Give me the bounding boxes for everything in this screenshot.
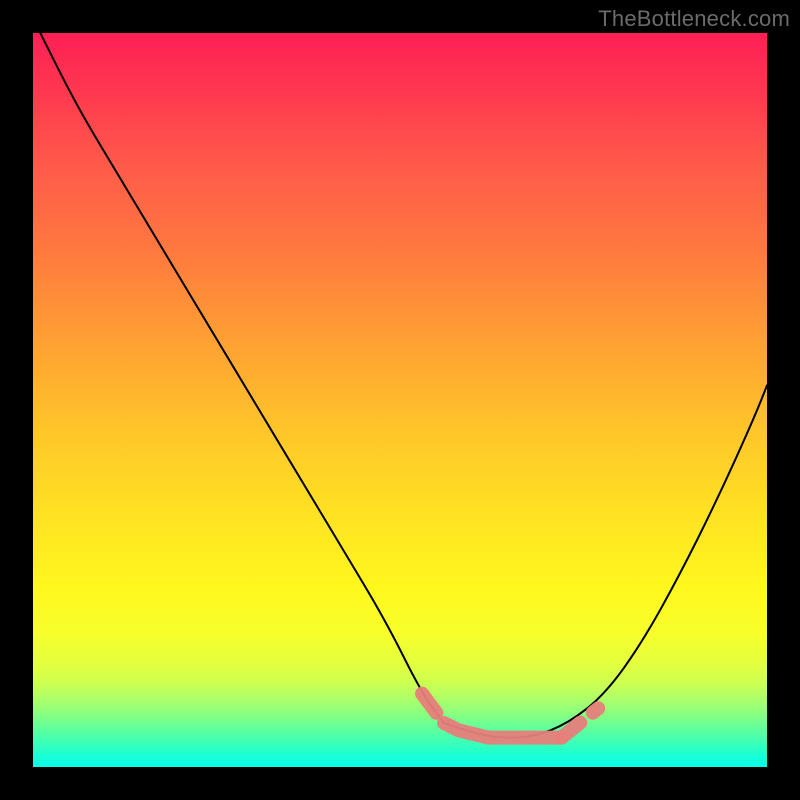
optimal-band-flat [444,723,562,738]
chart-frame: TheBottleneck.com [0,0,800,800]
curve-right [444,385,767,737]
curve-left [40,33,444,723]
plot-area [33,33,767,767]
watermark-text: TheBottleneck.com [598,6,790,32]
chart-svg [33,33,767,767]
